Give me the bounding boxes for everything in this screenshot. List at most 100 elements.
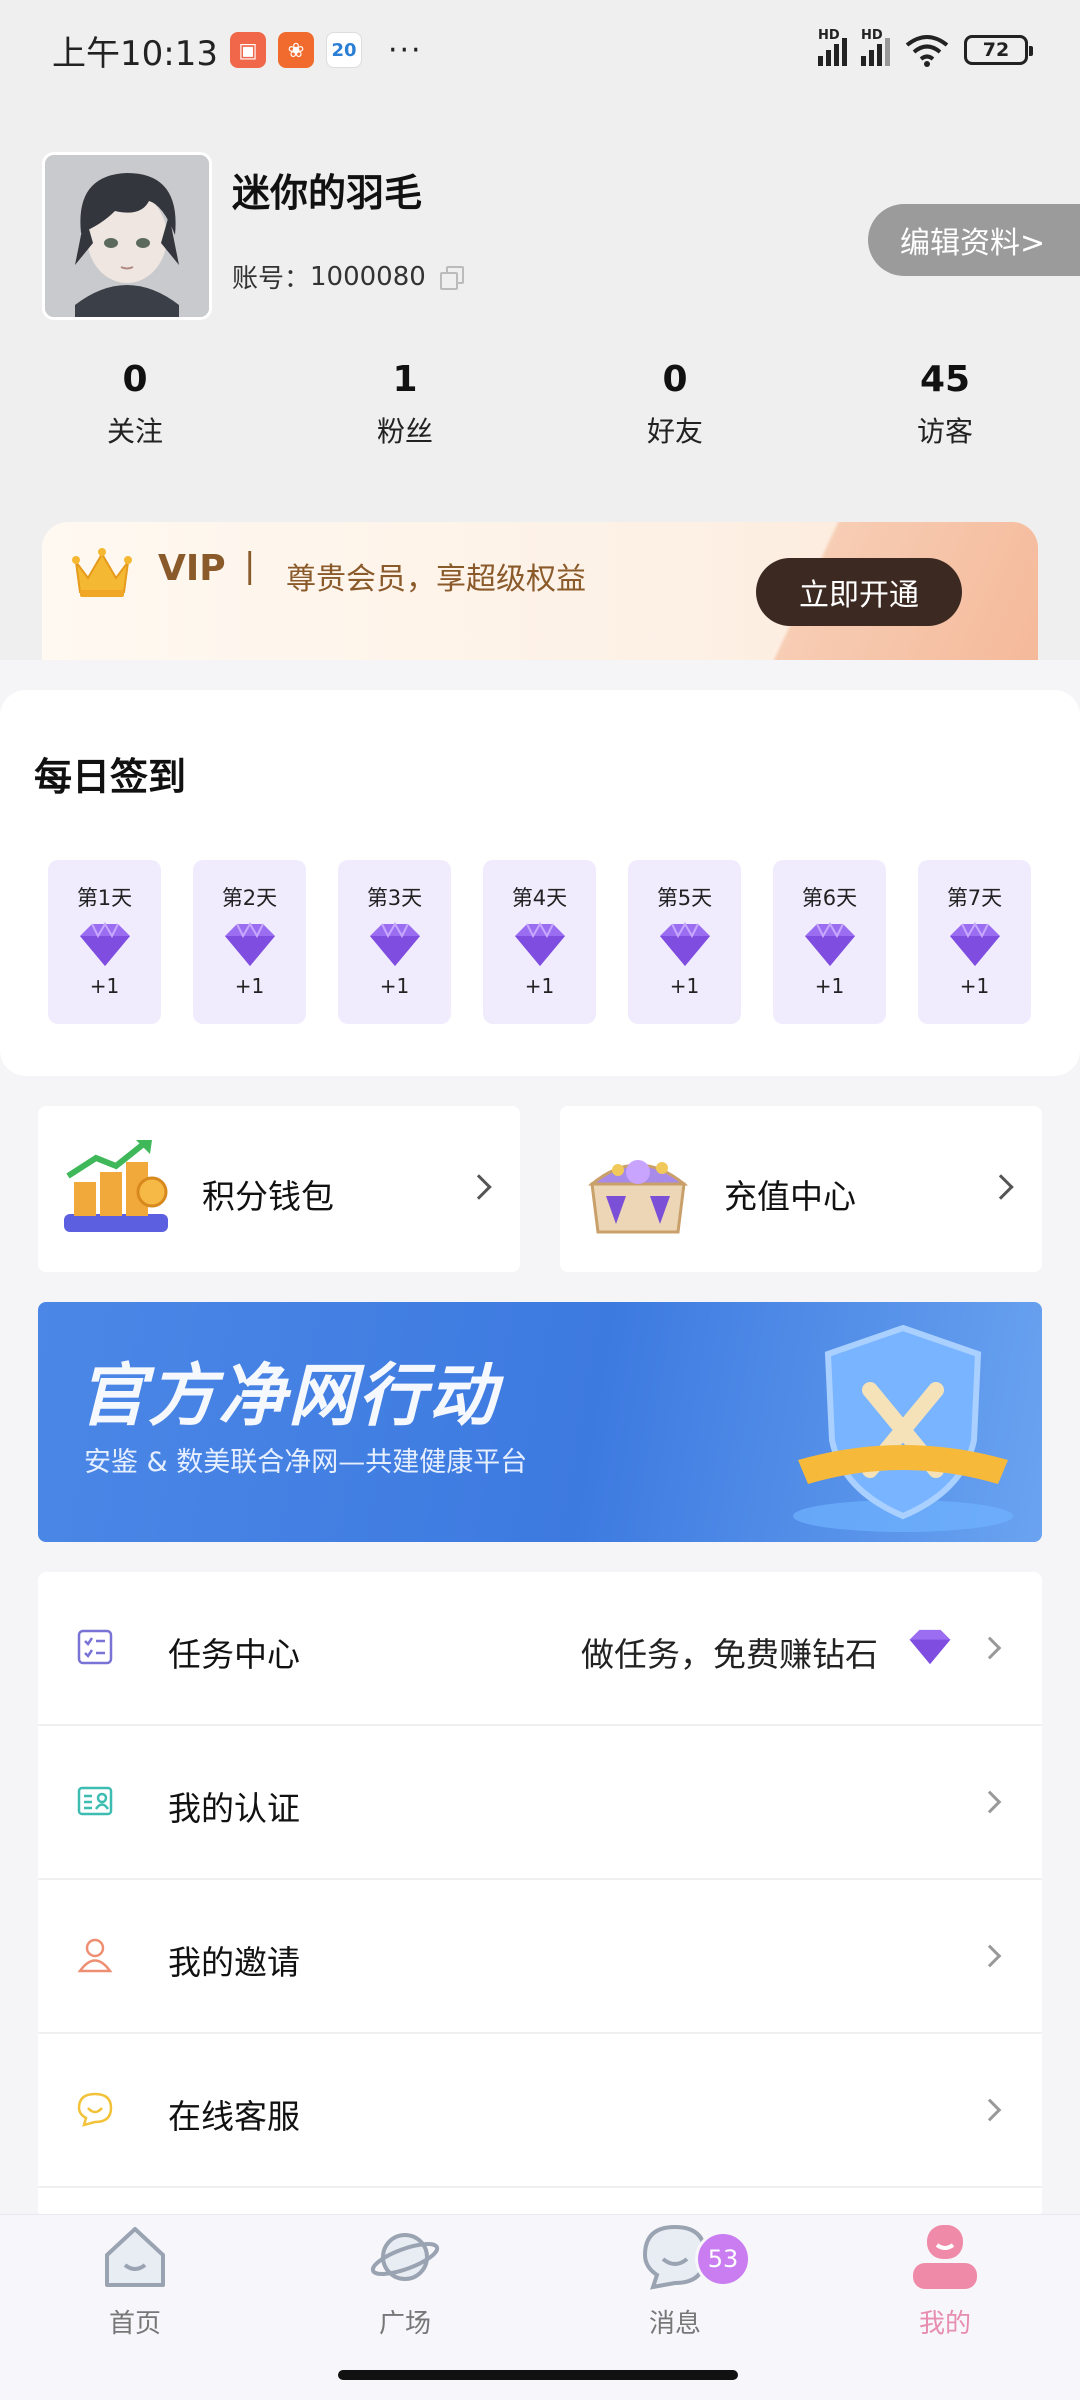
account-label: 账号： bbox=[232, 264, 311, 294]
promo-banner[interactable]: 官方净网行动 安鉴 & 数美联合净网—共建健康平台 bbox=[38, 1302, 1042, 1542]
day-reward: +1 bbox=[524, 974, 555, 998]
stat-label: 好友 bbox=[646, 415, 703, 448]
stat-label: 关注 bbox=[106, 415, 163, 448]
vip-open-button[interactable]: 立即开通 bbox=[756, 558, 962, 626]
coins-chart-icon bbox=[64, 1139, 168, 1232]
cellular-signal-icon: HD bbox=[861, 28, 890, 66]
stat-value: 0 bbox=[662, 359, 688, 400]
cellular-signal-icon: HD bbox=[818, 28, 847, 66]
nav-square[interactable]: 广场 bbox=[305, 2221, 505, 2340]
day-reward: +1 bbox=[814, 974, 845, 998]
day-label: 第4天 bbox=[511, 886, 568, 910]
notification-app-icon: ❀ bbox=[277, 32, 314, 68]
day-label: 第7天 bbox=[946, 886, 1003, 910]
signin-day[interactable]: 第1天 +1 bbox=[48, 860, 161, 1024]
signin-day[interactable]: 第6天 +1 bbox=[773, 860, 886, 1024]
menu-item-task-center[interactable]: 任务中心 做任务，免费赚钻石 bbox=[38, 1572, 1042, 1726]
battery-icon: 72 bbox=[964, 35, 1033, 65]
user-icon bbox=[77, 1938, 113, 1973]
menu-hint: 做任务，免费赚钻石 bbox=[581, 1635, 878, 1674]
diamond-icon bbox=[79, 922, 130, 966]
diamond-icon bbox=[369, 922, 420, 966]
recharge-label: 充值中心 bbox=[724, 1177, 856, 1216]
chat-bubble-icon bbox=[77, 2092, 113, 2127]
username: 迷你的羽毛 bbox=[232, 171, 423, 215]
copy-icon[interactable] bbox=[439, 265, 464, 290]
status-bar: 上午10:13 ▣ ❀ 20 ··· HD HD 72 bbox=[0, 0, 1080, 100]
recharge-center-card[interactable]: 充值中心 bbox=[560, 1106, 1042, 1272]
vip-description: 尊贵会员，享超级权益 bbox=[286, 562, 586, 597]
menu-item-verification[interactable]: 我的认证 bbox=[38, 1726, 1042, 1880]
day-reward: +1 bbox=[89, 974, 120, 998]
day-label: 第6天 bbox=[801, 886, 858, 910]
menu-item-invitation[interactable]: 我的邀请 bbox=[38, 1880, 1042, 2034]
edit-profile-button[interactable]: 编辑资料> bbox=[868, 204, 1080, 276]
nav-label: 广场 bbox=[378, 2309, 431, 2339]
chevron-right-icon bbox=[978, 1636, 1002, 1660]
account-row: 账号： 1000080 bbox=[232, 258, 464, 295]
menu-item-customer-service[interactable]: 在线客服 bbox=[38, 2034, 1042, 2188]
day-label: 第1天 bbox=[76, 886, 133, 910]
message-count-badge: 53 bbox=[695, 2231, 751, 2287]
wifi-icon bbox=[905, 35, 949, 67]
diamond-icon bbox=[224, 922, 275, 966]
stat-following[interactable]: 0 关注 bbox=[0, 356, 270, 450]
treasure-chest-icon bbox=[587, 1160, 689, 1234]
nav-messages[interactable]: 53 消息 bbox=[575, 2221, 775, 2340]
task-list-icon bbox=[77, 1629, 113, 1665]
diamond-icon bbox=[514, 922, 565, 966]
menu-label: 在线客服 bbox=[168, 2097, 300, 2136]
signin-day[interactable]: 第2天 +1 bbox=[193, 860, 306, 1024]
chevron-right-icon bbox=[978, 2098, 1002, 2122]
stat-label: 访客 bbox=[916, 415, 973, 448]
day-label: 第3天 bbox=[366, 886, 423, 910]
nav-home[interactable]: 首页 bbox=[35, 2221, 235, 2340]
menu-label: 我的邀请 bbox=[168, 1943, 300, 1982]
vip-separator: | bbox=[244, 546, 256, 586]
crown-icon bbox=[72, 548, 132, 597]
signin-title: 每日签到 bbox=[34, 755, 187, 799]
home-icon bbox=[105, 2227, 165, 2287]
diamond-icon bbox=[949, 922, 1000, 966]
daily-signin-card: 每日签到 第1天 +1 第2天 +1 第3天 +1 第4天 +1 第5天 +1 … bbox=[0, 690, 1080, 1076]
banner-subtitle: 安鉴 & 数美联合净网—共建健康平台 bbox=[84, 1447, 528, 1478]
chevron-right-icon bbox=[978, 1944, 1002, 1968]
banner-title: 官方净网行动 bbox=[78, 1357, 499, 1436]
diamond-icon bbox=[804, 922, 855, 966]
signin-day[interactable]: 第4天 +1 bbox=[483, 860, 596, 1024]
vip-title: VIP bbox=[158, 548, 226, 589]
stat-fans[interactable]: 1 粉丝 bbox=[270, 356, 540, 450]
stats-row: 0 关注 1 粉丝 0 好友 45 访客 bbox=[0, 356, 1080, 450]
day-label: 第2天 bbox=[221, 886, 278, 910]
stat-value: 45 bbox=[919, 359, 971, 400]
calendar-icon: 20 bbox=[325, 32, 362, 68]
day-reward: +1 bbox=[234, 974, 265, 998]
nav-mine[interactable]: 我的 bbox=[845, 2221, 1045, 2340]
chevron-right-icon bbox=[978, 1790, 1002, 1814]
status-time: 上午10:13 bbox=[52, 33, 218, 74]
signin-day[interactable]: 第5天 +1 bbox=[628, 860, 741, 1024]
planet-icon bbox=[370, 2233, 440, 2281]
signin-day[interactable]: 第3天 +1 bbox=[338, 860, 451, 1024]
stat-friends[interactable]: 0 好友 bbox=[540, 356, 810, 450]
stat-visitors[interactable]: 45 访客 bbox=[810, 356, 1080, 450]
stat-label: 粉丝 bbox=[376, 415, 433, 448]
day-label: 第5天 bbox=[656, 886, 713, 910]
more-notifications-icon: ··· bbox=[387, 32, 423, 68]
points-wallet-card[interactable]: 积分钱包 bbox=[38, 1106, 520, 1272]
menu-list: 任务中心 做任务，免费赚钻石 我的认证 我的邀请 在线客服 bbox=[38, 1572, 1042, 2218]
signin-day[interactable]: 第7天 +1 bbox=[918, 860, 1031, 1024]
chevron-right-icon bbox=[988, 1174, 1014, 1200]
vip-banner[interactable]: VIP | 尊贵会员，享超级权益 立即开通 bbox=[42, 522, 1038, 660]
day-reward: +1 bbox=[669, 974, 700, 998]
shield-icon bbox=[793, 1324, 1013, 1532]
day-reward: +1 bbox=[379, 974, 410, 998]
profile-icon bbox=[913, 2225, 977, 2289]
stat-value: 1 bbox=[392, 359, 418, 400]
menu-label: 任务中心 bbox=[168, 1635, 300, 1674]
wallet-label: 积分钱包 bbox=[202, 1177, 334, 1216]
avatar[interactable] bbox=[42, 152, 212, 320]
nav-label: 我的 bbox=[918, 2309, 971, 2339]
home-indicator bbox=[338, 2370, 738, 2380]
signin-days: 第1天 +1 第2天 +1 第3天 +1 第4天 +1 第5天 +1 第6天 +… bbox=[48, 860, 1031, 1024]
